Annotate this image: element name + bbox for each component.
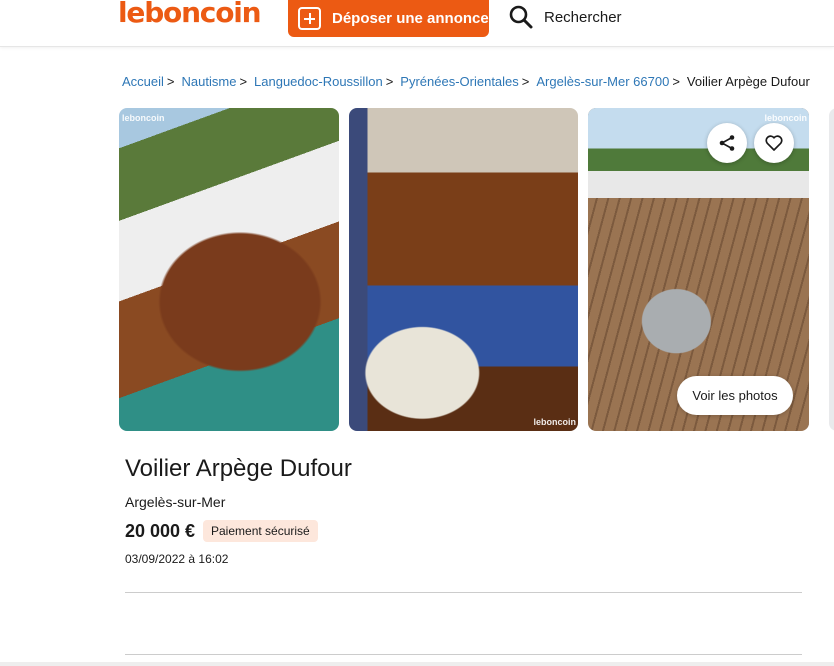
bottom-strip [0, 662, 834, 666]
heart-icon [765, 135, 783, 151]
breadcrumb-city[interactable]: Argelès-sur-Mer 66700 [536, 74, 669, 89]
ad-location[interactable]: Argelès-sur-Mer [125, 494, 225, 510]
ad-title: Voilier Arpège Dufour [125, 455, 352, 482]
post-ad-label: Déposer une annonce [332, 10, 489, 27]
share-button[interactable] [707, 123, 747, 163]
divider [125, 592, 802, 593]
search-button[interactable]: Rechercher [508, 4, 622, 30]
watermark: leboncoin [122, 113, 165, 123]
breadcrumb-separator: > [672, 74, 680, 89]
watermark: leboncoin [764, 113, 808, 123]
breadcrumb-separator: > [239, 74, 248, 89]
breadcrumb-home[interactable]: Accueil [122, 74, 164, 89]
search-label: Rechercher [544, 8, 622, 26]
breadcrumb-region[interactable]: Languedoc-Roussillon [254, 74, 383, 89]
plus-icon [298, 7, 321, 30]
photo-cabin-interior[interactable]: leboncoin [349, 108, 578, 431]
leboncoin-logo[interactable]: leboncoin [118, 0, 262, 29]
post-ad-button[interactable]: Déposer une annonce [288, 0, 489, 37]
favorite-button[interactable] [754, 123, 794, 163]
ad-date: 03/09/2022 à 16:02 [125, 552, 229, 566]
share-icon [719, 135, 735, 151]
breadcrumb-separator: > [521, 74, 530, 89]
breadcrumb-department[interactable]: Pyrénées-Orientales [400, 74, 519, 89]
breadcrumb: Accueil > Nautisme > Languedoc-Roussillo… [122, 74, 810, 89]
site-header: leboncoin Déposer une annonce Rechercher [0, 0, 834, 47]
breadcrumb-current: Voilier Arpège Dufour [686, 74, 810, 89]
ad-price: 20 000 € [125, 521, 196, 541]
secure-payment-badge: Paiement sécurisé [203, 520, 318, 542]
next-photo-edge [829, 108, 834, 431]
divider [125, 654, 802, 655]
photo-sailboat-deck[interactable]: leboncoin [119, 108, 339, 431]
breadcrumb-separator: > [385, 74, 394, 89]
view-photos-button[interactable]: Voir les photos [677, 376, 793, 415]
search-icon [509, 5, 533, 29]
breadcrumb-nautisme[interactable]: Nautisme [182, 74, 237, 89]
watermark: leboncoin [533, 417, 577, 427]
breadcrumb-separator: > [166, 74, 175, 89]
